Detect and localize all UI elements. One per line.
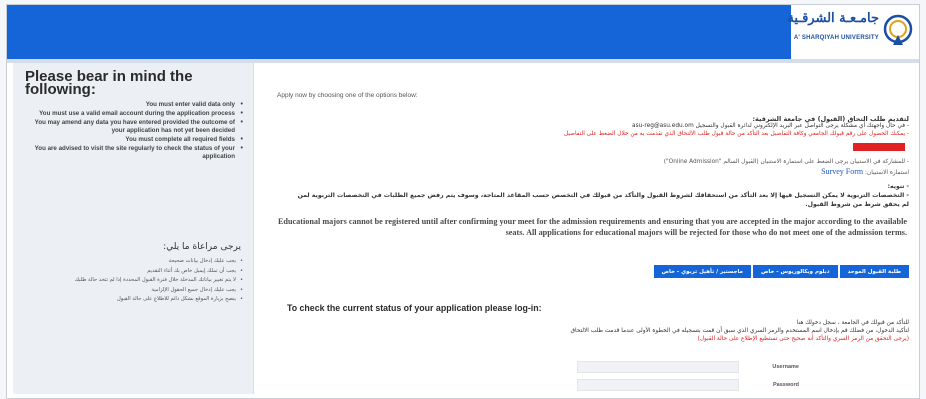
login-instructions-arabic: لتأكيد الدخول، من فضلك قم بإدخال اسم الم…: [570, 328, 909, 334]
guideline-item-arabic: لا يتم تغيير بياناتك المدخلة خلال فترة ا…: [31, 277, 243, 285]
guideline-item: You are advised to visit the site regula…: [31, 145, 243, 161]
survey-note-arabic: - للمشاركة في الاستبيان يرجى الضغط على ا…: [663, 159, 909, 165]
password-field[interactable]: [577, 379, 739, 391]
survey-line: استمارة الاستبيان: Survey Form: [289, 167, 909, 176]
username-field[interactable]: [577, 361, 739, 373]
guideline-item: You must use a valid email account durin…: [31, 110, 243, 118]
browser-viewport: جامـعـة الشرقـية A' SHARQIYAH UNIVERSITY…: [6, 4, 920, 399]
details-link[interactable]: [853, 143, 905, 151]
guidelines-list-english: You must enter valid data only You must …: [31, 101, 243, 162]
login-heading-arabic: للتأكد من قبولك في الجامعة ، سجل دخولك ه…: [796, 320, 909, 326]
sidebar-title: Please bear in mind the following:: [25, 68, 193, 98]
master-education-button[interactable]: ماجستير / تأهيل تربوي - خاص: [653, 265, 751, 278]
survey-label-arabic: استمارة الاستبيان:: [864, 170, 909, 176]
university-emblem-icon: [883, 14, 913, 45]
guidelines-sidebar: Please bear in mind the following: You m…: [13, 63, 254, 394]
educational-majors-notice: Educational majors cannot be registered …: [277, 217, 907, 237]
password-row: Password: [577, 379, 799, 391]
guideline-item-arabic: يجب أن تملك إيميل خاص بك أثناء التقديم: [31, 268, 243, 276]
username-row: Username: [577, 361, 799, 373]
guidelines-list-arabic: يجب عليك إدخال بيانات صحيحة يجب أن تملك …: [31, 258, 243, 306]
notice-text-arabic: - التخصصات التربوية لا يمكن التسجيل فيها…: [297, 192, 909, 208]
admission-heading-arabic: لتقديم طلب التحاق (القبول) في جامعة الشر…: [752, 115, 909, 123]
username-label: Username: [772, 364, 799, 370]
password-label: Password: [773, 382, 799, 388]
notice-heading-arabic: - تنويه:: [887, 183, 909, 190]
contact-email-note: - في حال واجهتك أي مشكلة يرجى التواصل عب…: [632, 123, 909, 129]
guideline-item-arabic: يجب عليك إدخال بيانات صحيحة: [31, 258, 244, 266]
guideline-item: You must enter valid data only: [31, 101, 243, 109]
logo-text-english: A' SHARQIYAH UNIVERSITY: [793, 35, 879, 41]
apply-now-text: Apply now by choosing one of the options…: [277, 92, 418, 99]
site-header: جامـعـة الشرقـية A' SHARQIYAH UNIVERSITY: [7, 5, 919, 59]
sidebar-title-arabic: يرجى مراعاة ما يلي:: [163, 242, 241, 252]
guideline-item-arabic: يجب عليك إدخال جميع الحقول الإلزامية: [31, 287, 243, 295]
unified-admission-button[interactable]: طلبة القبول الموحد: [839, 265, 909, 278]
login-warning-arabic: (يرجى التحقق من الرمز السري والتأكد أنه …: [697, 336, 909, 342]
guideline-item: You may amend any data you have entered …: [31, 119, 243, 135]
logo-text-arabic: جامـعـة الشرقـية: [787, 11, 879, 26]
main-content: Apply now by choosing one of the options…: [267, 63, 919, 398]
university-logo[interactable]: جامـعـة الشرقـية A' SHARQIYAH UNIVERSITY: [787, 5, 919, 59]
admission-status-warning: - يمكنك الحصول على رقم قبولك الجامعي وكا…: [563, 131, 909, 137]
diploma-bachelor-button[interactable]: دبلوم وبكالوريوس - خاص: [752, 265, 838, 278]
application-options: طلبة القبول الموحد دبلوم وبكالوريوس - خا…: [653, 265, 909, 278]
status-check-title: To check the current status of your appl…: [287, 303, 542, 313]
guideline-item-arabic: ينصح بزيارة الموقع بشكل دائم للاطلاع على…: [31, 296, 243, 304]
survey-form-link[interactable]: Survey Form: [821, 167, 863, 176]
guideline-item: You must complete all required fields: [31, 136, 243, 144]
